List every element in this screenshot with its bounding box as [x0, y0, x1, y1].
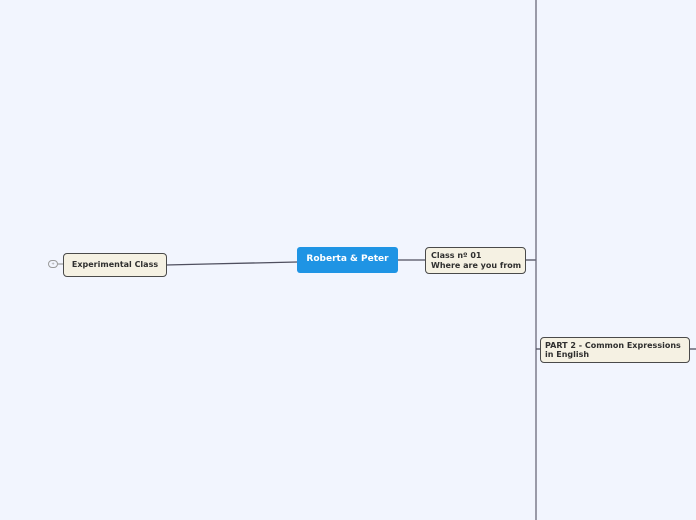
node-label-line2: in English	[545, 350, 590, 359]
node-part2-common-expressions[interactable]: PART 2 - Common Expressions in English	[540, 337, 690, 363]
collapse-toggle-icon[interactable]: +	[48, 260, 58, 268]
node-label-line1: PART 2 - Common Expressions	[545, 340, 681, 350]
central-topic-label: Roberta & Peter	[306, 254, 389, 265]
connector-root-to-experimental	[165, 261, 298, 266]
central-topic-node[interactable]: Roberta & Peter	[297, 247, 398, 273]
node-label-line2: Where are you from	[431, 260, 522, 270]
node-text: PART 2 - Common Expressions in English	[545, 341, 681, 360]
node-label: Experimental Class	[71, 260, 159, 270]
node-class-01[interactable]: Class nº 01 Where are you from	[425, 247, 526, 274]
node-label-line1: Class nº 01	[431, 251, 482, 260]
node-text: Class nº 01 Where are you from	[431, 251, 521, 270]
node-experimental-class[interactable]: Experimental Class	[63, 253, 167, 277]
